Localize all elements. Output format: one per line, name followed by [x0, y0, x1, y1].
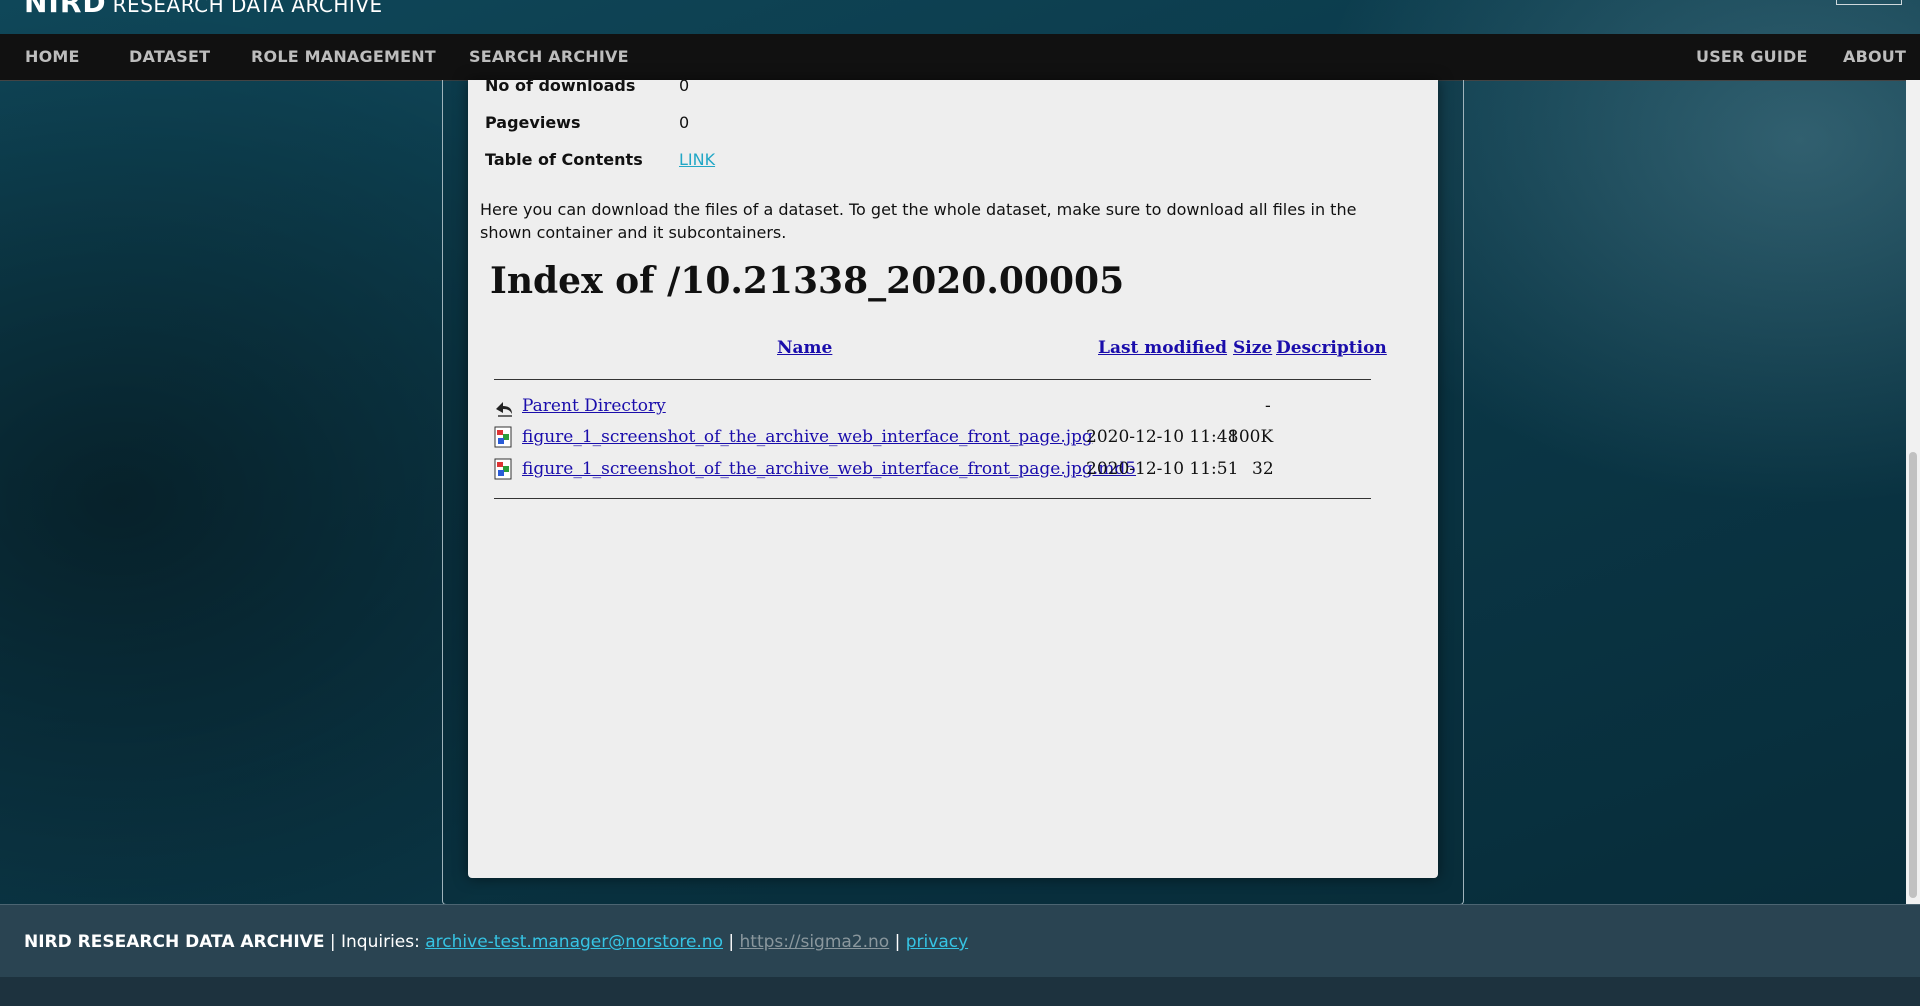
footer-separator: |	[889, 932, 906, 952]
index-title: Index of /10.21338_2020.00005	[490, 260, 1125, 302]
toc-link[interactable]: LINK	[679, 150, 715, 169]
nav-home[interactable]: HOME	[25, 34, 80, 80]
main-navigation: HOME DATASET ROLE MANAGEMENT SEARCH ARCH…	[0, 34, 1920, 81]
column-header-last-modified[interactable]: Last modified	[1098, 338, 1227, 358]
image-file-icon	[494, 426, 512, 448]
parent-size: -	[1265, 396, 1271, 416]
site-footer: NIRD RESEARCH DATA ARCHIVE | Inquiries: …	[0, 904, 1920, 978]
sort-by-description-link[interactable]: Description	[1276, 338, 1387, 358]
footer-separator: |	[722, 932, 740, 952]
logo-research-data-archive: RESEARCH DATA ARCHIVE	[112, 0, 383, 17]
parent-directory-link[interactable]: Parent Directory	[522, 396, 666, 416]
footer-separator: |	[324, 932, 341, 952]
scrollbar-thumb[interactable]	[1909, 452, 1917, 898]
site-logo[interactable]: NIRD RESEARCH DATA ARCHIVE	[24, 0, 383, 19]
sort-by-size-link[interactable]: Size	[1233, 338, 1272, 358]
index-top-divider	[494, 379, 1371, 380]
page-bottom-strip	[0, 977, 1920, 1006]
back-arrow-icon	[496, 402, 512, 417]
dataset-panel: No of downloads 0 Pageviews 0 Table of C…	[468, 76, 1438, 878]
file-jpg-size: 100K	[1228, 427, 1274, 447]
pageviews-value: 0	[679, 113, 690, 132]
footer-text: NIRD RESEARCH DATA ARCHIVE | Inquiries: …	[24, 932, 968, 952]
download-instructions: Here you can download the files of a dat…	[480, 200, 1357, 242]
footer-brand: NIRD RESEARCH DATA ARCHIVE	[24, 932, 325, 952]
file-row-jpg[interactable]: figure_1_screenshot_of_the_archive_web_i…	[522, 427, 1093, 447]
logo-nird: NIRD	[24, 0, 107, 19]
sort-by-modified-link[interactable]: Last modified	[1098, 338, 1227, 358]
index-bottom-divider	[494, 498, 1371, 499]
footer-email-link[interactable]: archive-test.manager@norstore.no	[425, 932, 723, 952]
column-header-size[interactable]: Size	[1233, 338, 1272, 358]
footer-sigma2-link[interactable]: https://sigma2.no	[740, 932, 890, 952]
file-jpg-modified: 2020-12-10 11:48	[1086, 427, 1239, 447]
downloads-value: 0	[679, 76, 690, 95]
footer-inquiries-label: Inquiries:	[341, 932, 426, 952]
pageviews-label: Pageviews	[485, 113, 581, 132]
toc-label: Table of Contents	[485, 150, 643, 169]
nav-about[interactable]: ABOUT	[1843, 34, 1906, 80]
top-brand-bar: NIRD RESEARCH DATA ARCHIVE	[0, 0, 1920, 34]
file-link-jpg[interactable]: figure_1_screenshot_of_the_archive_web_i…	[522, 427, 1093, 447]
file-row-md5[interactable]: figure_1_screenshot_of_the_archive_web_i…	[522, 459, 1136, 479]
sort-by-name-link[interactable]: Name	[777, 338, 832, 358]
vertical-scrollbar[interactable]	[1906, 80, 1920, 904]
footer-privacy-link[interactable]: privacy	[906, 932, 968, 952]
header-login-box[interactable]	[1836, 0, 1902, 5]
nav-role-management[interactable]: ROLE MANAGEMENT	[251, 34, 436, 80]
file-md5-size: 32	[1252, 459, 1274, 479]
downloads-label: No of downloads	[485, 76, 636, 95]
nav-dataset[interactable]: DATASET	[129, 34, 210, 80]
nav-user-guide[interactable]: USER GUIDE	[1696, 34, 1808, 80]
file-link-md5[interactable]: figure_1_screenshot_of_the_archive_web_i…	[522, 459, 1136, 479]
file-md5-modified: 2020-12-10 11:51	[1086, 459, 1239, 479]
image-file-icon	[494, 458, 512, 480]
column-header-name[interactable]: Name	[777, 338, 832, 358]
column-header-description[interactable]: Description	[1276, 338, 1387, 358]
nav-search-archive[interactable]: SEARCH ARCHIVE	[469, 34, 629, 80]
parent-directory-row[interactable]: Parent Directory	[522, 396, 666, 416]
